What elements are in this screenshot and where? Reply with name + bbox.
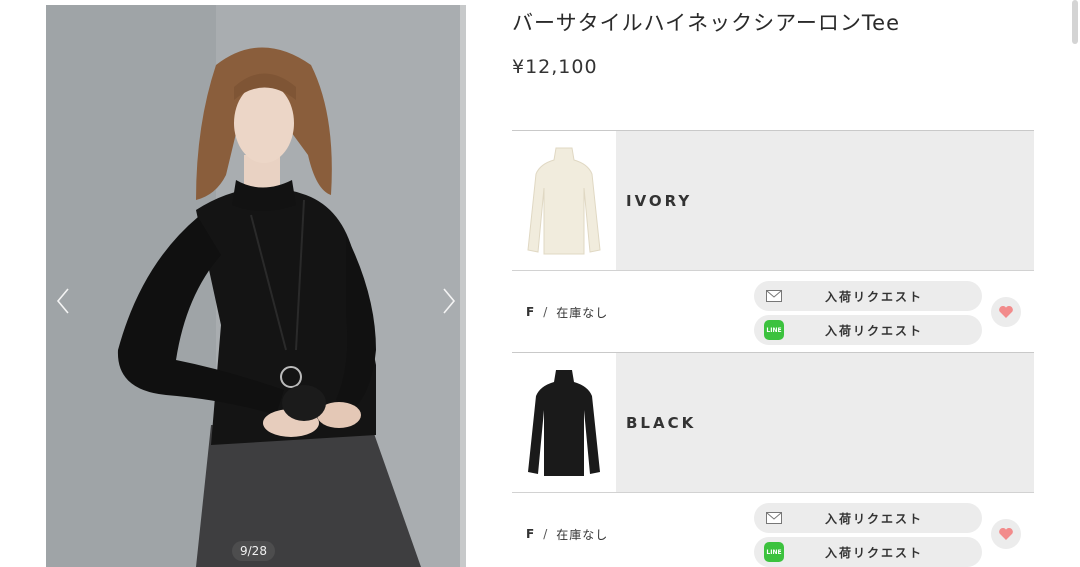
color-option-black[interactable]: BLACK [512, 352, 1034, 492]
size-value: F [526, 305, 536, 319]
stock-status: 在庫なし [556, 305, 609, 320]
size-stock-label: F / 在庫なし [526, 271, 608, 353]
line-restock-request-button[interactable]: LINE 入荷リクエスト [754, 315, 982, 345]
line-restock-request-button[interactable]: LINE 入荷リクエスト [754, 537, 982, 567]
line-icon: LINE [764, 542, 784, 562]
page-scrollbar[interactable] [1072, 0, 1078, 44]
size-value: F [526, 527, 536, 541]
stock-status: 在庫なし [556, 527, 609, 542]
color-name: BLACK [626, 413, 697, 432]
mail-icon [764, 510, 784, 526]
line-icon: LINE [764, 320, 784, 340]
heart-icon [999, 305, 1013, 318]
button-label: 入荷リクエスト [824, 511, 923, 526]
size-row-black-f: F / 在庫なし 入荷リクエスト LINE 入荷リクエスト [512, 492, 1034, 567]
black-swatch-image [512, 353, 616, 492]
product-price: ¥12,100 [512, 56, 598, 78]
color-option-ivory[interactable]: IVORY [512, 130, 1034, 270]
size-stock-label: F / 在庫なし [526, 493, 608, 567]
heart-icon [999, 527, 1013, 540]
button-label: 入荷リクエスト [824, 545, 923, 560]
product-photo [46, 5, 466, 567]
email-restock-request-button[interactable]: 入荷リクエスト [754, 281, 982, 311]
product-page: 9/28 バーサタイルハイネックシアーロンTee ¥12,100 IVORY F… [0, 0, 1080, 567]
favorite-button[interactable] [991, 297, 1021, 327]
ivory-swatch-image [512, 131, 616, 270]
separator: / [543, 305, 549, 319]
color-name: IVORY [626, 191, 693, 210]
button-label: 入荷リクエスト [824, 323, 923, 338]
mail-icon [764, 288, 784, 304]
gallery-edge [460, 5, 466, 567]
button-label: 入荷リクエスト [824, 289, 923, 304]
gallery-next-button[interactable] [436, 281, 462, 321]
separator: / [543, 527, 549, 541]
product-title: バーサタイルハイネックシアーロンTee [512, 11, 900, 35]
favorite-button[interactable] [991, 519, 1021, 549]
email-restock-request-button[interactable]: 入荷リクエスト [754, 503, 982, 533]
product-image-gallery: 9/28 [46, 5, 466, 567]
chevron-right-icon [443, 288, 456, 314]
size-row-ivory-f: F / 在庫なし 入荷リクエスト LINE 入荷リクエスト [512, 270, 1034, 352]
gallery-prev-button[interactable] [50, 281, 76, 321]
image-counter: 9/28 [232, 541, 275, 561]
chevron-left-icon [56, 288, 69, 314]
